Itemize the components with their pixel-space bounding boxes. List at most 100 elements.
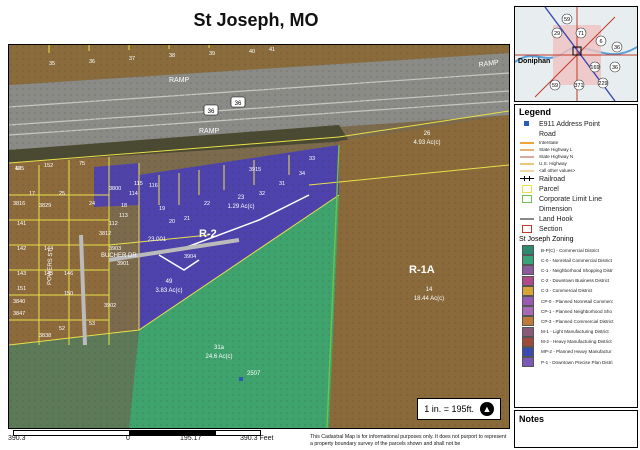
legend-item: E911 Address Point (519, 119, 637, 129)
lot-number: 150 (64, 291, 73, 297)
lot-number: 115 (134, 181, 143, 187)
lot-number: 25 (59, 191, 65, 197)
route-shield-label: 71 (578, 31, 584, 37)
line-symbol-icon (519, 167, 535, 175)
scale-bar: 390.3 0 195.17 390.3 Feet (8, 430, 308, 448)
parcel-area: 24.6 Ac(c) (205, 354, 232, 360)
legend-item: Road (519, 129, 637, 139)
lot-number: 3829 (39, 203, 51, 209)
zoning-title: St Joseph Zoning (519, 236, 574, 243)
legend-item-label: Interstate (539, 140, 559, 145)
route-shield-label: 59 (564, 17, 570, 23)
lot-number: 142 (17, 246, 26, 252)
legend-item-label: Parcel (539, 185, 559, 193)
zoning-item: C-0 - Nonretail Commercial District (519, 255, 637, 266)
zoning-item-label: CP-3 - Planned Commercial District (541, 318, 614, 324)
zoning-item: CP-3 - Planned Commercial District (519, 316, 637, 327)
lot-number: 3902 (104, 303, 116, 309)
zoning-item: M-1 - Light Manufacturing District (519, 326, 637, 337)
lot-number: 3904 (184, 254, 196, 260)
scale-segment (13, 430, 130, 436)
lot-number: 112 (109, 221, 118, 227)
locator-city-label: Doniphan (518, 58, 550, 65)
route-shield-label: 36 (612, 65, 618, 71)
lot-number: 3838 (39, 333, 51, 339)
lot-number: 3847 (13, 311, 25, 317)
zoning-swatch (522, 306, 534, 317)
lot-number: 42 (15, 166, 21, 172)
zoning-swatch (522, 255, 534, 266)
lot-number: 3800 (109, 186, 121, 192)
zoning-item: B-P(C) - Commercial District (519, 245, 637, 256)
lot-number: 32 (259, 191, 265, 197)
zoning-item: C-3 - Commercial District (519, 285, 637, 296)
map-view[interactable]: RAMP RAMP RAMP 36 36 R-2 R-1A 26 4.93 Ac… (8, 44, 510, 429)
lot-number: 17 (29, 191, 35, 197)
legend-panel: Legend E911 Address Point Road Interstate S… (514, 104, 638, 408)
zoning-swatch (522, 275, 534, 286)
zoning-item-label: CP-1 - Planned Neighborhood Sho (541, 308, 612, 314)
scale-label: 0 (126, 435, 130, 442)
disclaimer-text: This Cadastral Map is for informational … (310, 434, 507, 447)
zoning-swatch (522, 296, 534, 307)
route-shield-label: 169 (590, 65, 599, 71)
lot-number: 35 (49, 61, 55, 67)
zoning-swatch (522, 316, 534, 327)
route-shield-label: 6 (599, 39, 602, 45)
zoning-swatch (522, 336, 534, 347)
legend-item-label: State Highway N (539, 154, 574, 159)
parcel-label: 23 (238, 195, 245, 201)
route-shield-label: 371 (574, 83, 583, 89)
zoning-item-label: CP-0 - Planned Nonretail Commerc (541, 298, 614, 304)
parcel-area: 1.29 Ac(c) (227, 204, 254, 210)
scale-label: 390.3 Feet (240, 435, 274, 442)
scale-segment (129, 430, 216, 436)
zoning-swatch (522, 285, 534, 296)
parcel-label: 26 (424, 131, 431, 137)
legend-item-label: Section (539, 225, 563, 233)
route-shield-label: 229 (598, 81, 607, 87)
zone-label-r1a: R-1A (409, 264, 435, 276)
legend-item-label: Dimension (539, 205, 573, 213)
svg-text:36: 36 (235, 101, 242, 107)
zone-label-r2: R-2 (199, 228, 217, 240)
legend-item-label: Corporate Limit Line (539, 195, 603, 203)
scale-text: 1 in. = 195ft. (424, 404, 474, 414)
zoning-item-label: C-2 - Downtown Business District (541, 278, 610, 284)
lot-number: 24 (89, 201, 95, 207)
legend-item-label: Land Hook (539, 215, 573, 223)
lot-number: 3816 (13, 201, 25, 207)
blank-symbol (519, 205, 535, 213)
lot-number: 152 (44, 163, 53, 169)
lot-number: 34 (299, 171, 305, 177)
lot-number: 53 (89, 321, 95, 327)
ramp-label: RAMP (169, 77, 190, 84)
legend-item: Land Hook (519, 214, 637, 224)
map-canvas[interactable]: RAMP RAMP RAMP 36 36 R-2 R-1A 26 4.93 Ac… (9, 45, 509, 428)
lot-number: 36 (89, 59, 95, 65)
route-shield-label: 29 (554, 31, 560, 37)
legend-title: Legend (519, 107, 552, 117)
legend-item: Corporate Limit Line (519, 194, 637, 204)
page-title: St Joseph, MO (193, 9, 319, 30)
railroad-icon (519, 175, 535, 183)
legend-item-label: <all other values> (539, 168, 576, 173)
zoning-item-label: B-P(C) - Commercial District (541, 247, 599, 253)
lot-number: 75 (79, 161, 85, 167)
legend-item-label: U.S. Highway (539, 161, 567, 166)
address-label: 2507 (247, 371, 261, 377)
lot-number: 144 (44, 246, 53, 252)
locator-map[interactable]: 59 71 29 6 36 36 169 59 371 229 Doniphan (514, 6, 638, 102)
legend-item: State Highway L (519, 146, 637, 153)
lot-number: 33 (309, 156, 315, 162)
legend-item: Section (519, 224, 637, 234)
zoning-item: CP-0 - Planned Nonretail Commerc (519, 296, 637, 307)
address-point[interactable] (239, 377, 243, 381)
polygon-symbol-icon (519, 195, 535, 203)
zoning-swatch (522, 346, 534, 357)
lot-number: 3840 (13, 299, 25, 305)
street-label: BUCHER DR (101, 253, 137, 259)
lot-number: 114 (129, 191, 138, 197)
ramp-label: RAMP (199, 128, 220, 135)
parcel-label: 14 (426, 287, 433, 293)
